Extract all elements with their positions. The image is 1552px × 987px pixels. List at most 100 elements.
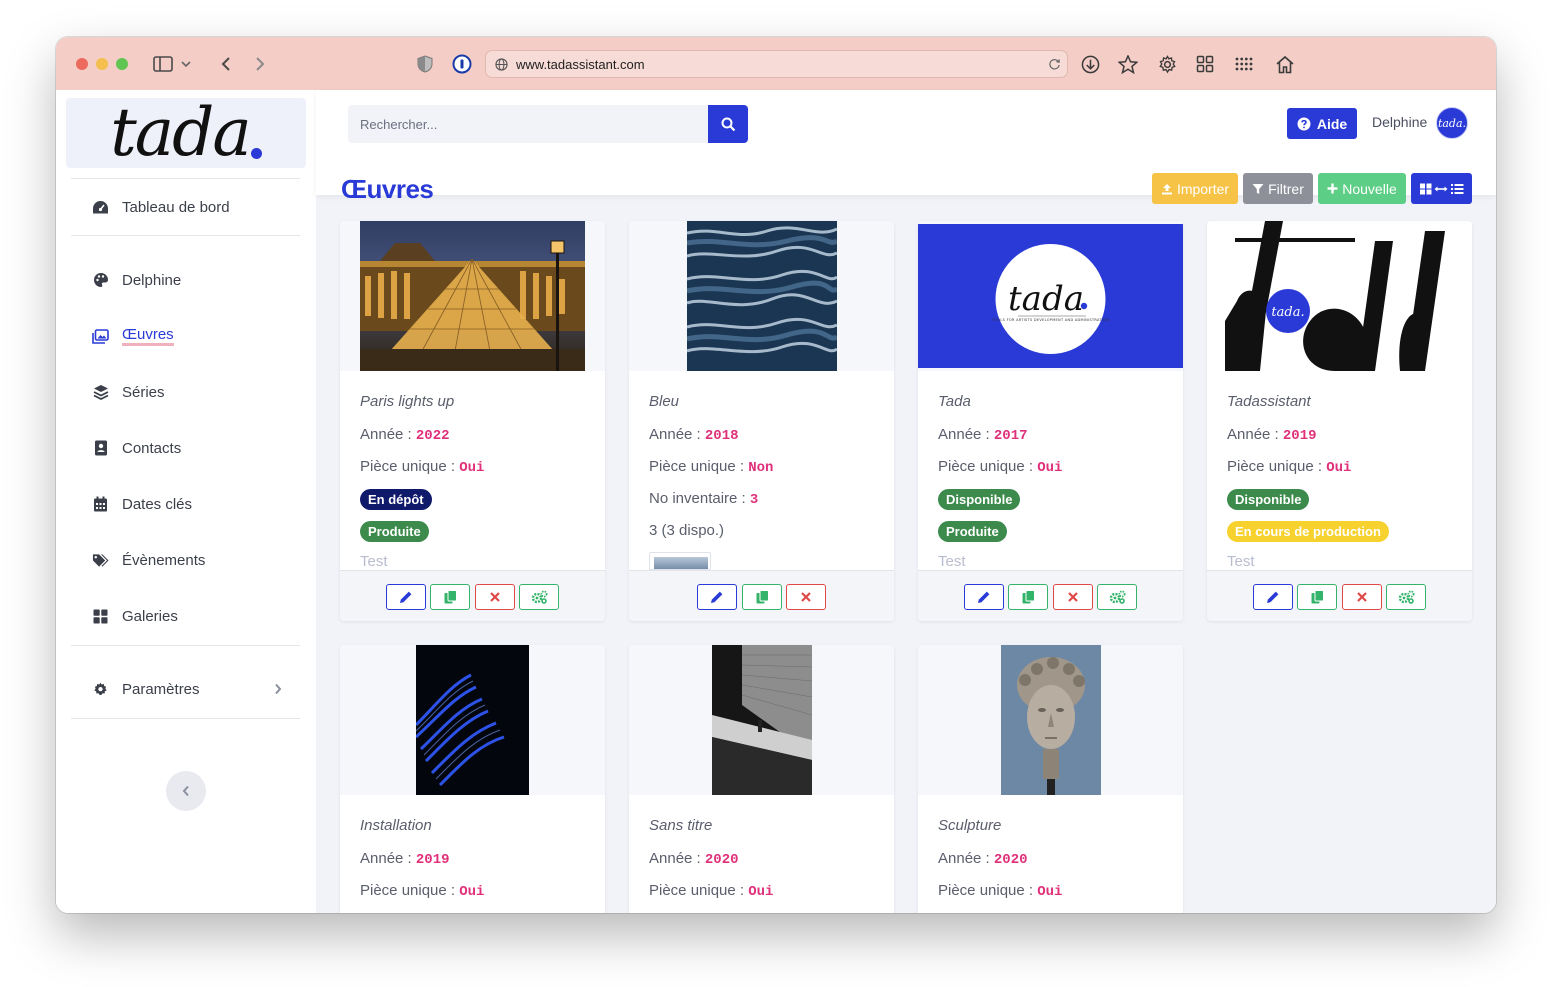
sidebar-item-contacts[interactable]: Contacts: [92, 436, 181, 460]
user-name[interactable]: Delphine: [1372, 114, 1427, 130]
sidebar: tada Tableau de bord Delphine Œuvres Sér…: [56, 90, 316, 913]
cogs-icon: [531, 590, 548, 604]
artwork-title[interactable]: Bleu: [649, 393, 679, 410]
logo[interactable]: tada: [66, 98, 306, 168]
forward-icon[interactable]: [247, 51, 273, 77]
artwork-card[interactable]: Installation Année : 2019 Pièce unique :…: [340, 645, 605, 913]
artwork-title[interactable]: Sculpture: [938, 817, 1001, 834]
duplicate-button[interactable]: [1297, 584, 1337, 610]
settings-button[interactable]: [1386, 584, 1426, 610]
artwork-title[interactable]: Paris lights up: [360, 393, 454, 410]
url-text[interactable]: www.tadassistant.com: [516, 57, 645, 72]
maximize-window-button[interactable]: [116, 58, 128, 70]
edition-thumbnail[interactable]: [649, 552, 711, 570]
reload-icon[interactable]: [1048, 57, 1061, 71]
sidebar-item-evenements[interactable]: Évènements: [92, 548, 205, 572]
artwork-card[interactable]: Sans titre Année : 2020 Pièce unique : O…: [629, 645, 894, 913]
status-badge: Produite: [938, 521, 1007, 542]
unique-piece-row: Pièce unique : Oui: [360, 458, 484, 476]
delete-button[interactable]: [786, 584, 826, 610]
close-icon: [489, 591, 501, 603]
help-button[interactable]: Aide: [1287, 108, 1357, 139]
search-input[interactable]: [348, 105, 708, 143]
unique-piece-label: Pièce unique :: [360, 882, 460, 899]
home-icon[interactable]: [1272, 51, 1298, 77]
address-book-icon: [92, 440, 109, 457]
year-value: 2019: [415, 852, 450, 868]
edit-button[interactable]: [697, 584, 737, 610]
duplicate-button[interactable]: [1008, 584, 1048, 610]
delete-button[interactable]: [1053, 584, 1093, 610]
year-value: 2019: [1282, 428, 1317, 444]
delete-button[interactable]: [475, 584, 515, 610]
sidebar-item-delphine[interactable]: Delphine: [92, 268, 181, 292]
sidebar-item-label: Delphine: [122, 271, 182, 289]
settings-button[interactable]: [1097, 584, 1137, 610]
artwork-card[interactable]: Sculpture Année : 2020 Pièce unique : Ou…: [918, 645, 1183, 913]
close-icon: [800, 591, 812, 603]
sidebar-item-tableau-de-bord[interactable]: Tableau de bord: [92, 195, 230, 219]
year-value: 2018: [704, 428, 739, 444]
settings-button[interactable]: [519, 584, 559, 610]
artwork-image[interactable]: tada.: [1224, 221, 1455, 371]
view-toggle-button[interactable]: [1411, 173, 1472, 204]
year-row: Année : 2019: [1227, 426, 1317, 444]
collapse-sidebar-button[interactable]: [166, 771, 206, 811]
year-label: Année :: [649, 850, 705, 867]
artwork-image[interactable]: [360, 221, 585, 371]
artwork-title[interactable]: Sans titre: [649, 817, 712, 834]
unique-piece-label: Pièce unique :: [360, 458, 460, 475]
upload-icon: [1161, 183, 1173, 195]
sidebar-item-series[interactable]: Séries: [92, 380, 165, 404]
artwork-card[interactable]: tada TOOLS FOR ARTISTS DEVELOPMENT AND A…: [918, 221, 1183, 621]
artwork-card[interactable]: Paris lights up Année : 2022 Pièce uniqu…: [340, 221, 605, 621]
year-row: Année : 2017: [938, 426, 1028, 444]
unique-piece-label: Pièce unique :: [1227, 458, 1327, 475]
artwork-title[interactable]: Installation: [360, 817, 432, 834]
chevron-down-icon[interactable]: [178, 51, 194, 77]
address-bar[interactable]: www.tadassistant.com: [485, 50, 1068, 78]
unique-piece-label: Pièce unique :: [938, 458, 1038, 475]
filter-button[interactable]: Filtrer: [1243, 173, 1313, 204]
artwork-image[interactable]: [686, 221, 837, 371]
artwork-card[interactable]: tada. Tadassistant Année : 2019 Pièce un…: [1207, 221, 1472, 621]
edit-button[interactable]: [1253, 584, 1293, 610]
sidebar-item-label: Œuvres: [122, 326, 174, 346]
apps-grid-icon[interactable]: [1231, 51, 1257, 77]
settings-gear-icon[interactable]: [1154, 51, 1180, 77]
sidebar-item-parametres[interactable]: Paramètres: [92, 677, 282, 701]
import-button[interactable]: Importer: [1152, 173, 1238, 204]
artwork-thumbnail-frame: tada.: [1207, 221, 1472, 371]
search-button[interactable]: [708, 105, 748, 143]
back-icon[interactable]: [213, 51, 239, 77]
avatar[interactable]: tada.: [1436, 107, 1468, 139]
artwork-title[interactable]: Tada: [938, 393, 971, 410]
status-badge: En cours de production: [1227, 521, 1389, 542]
sidebar-toggle-icon[interactable]: [150, 51, 176, 77]
artwork-image[interactable]: [416, 645, 529, 795]
svg-text:tada: tada: [1008, 279, 1084, 319]
edit-button[interactable]: [386, 584, 426, 610]
artwork-image[interactable]: [711, 645, 812, 795]
duplicate-button[interactable]: [742, 584, 782, 610]
tabs-overview-icon[interactable]: [1192, 51, 1218, 77]
artwork-card[interactable]: Bleu Année : 2018 Pièce unique : Non No …: [629, 221, 894, 621]
year-label: Année :: [360, 850, 416, 867]
sidebar-item-oeuvres[interactable]: Œuvres: [92, 324, 174, 348]
bookmark-star-icon[interactable]: [1115, 51, 1141, 77]
artwork-image[interactable]: tada TOOLS FOR ARTISTS DEVELOPMENT AND A…: [918, 224, 1183, 368]
minimize-window-button[interactable]: [96, 58, 108, 70]
artwork-title[interactable]: Tadassistant: [1227, 393, 1311, 410]
edit-button[interactable]: [964, 584, 1004, 610]
delete-button[interactable]: [1342, 584, 1382, 610]
download-icon[interactable]: [1077, 51, 1103, 77]
sidebar-item-galeries[interactable]: Galeries: [92, 604, 178, 628]
artwork-image[interactable]: [1000, 645, 1101, 795]
new-button[interactable]: Nouvelle: [1318, 173, 1406, 204]
artwork-note: Test: [360, 553, 388, 570]
password-manager-icon[interactable]: [449, 51, 475, 77]
shield-icon[interactable]: [412, 51, 438, 77]
sidebar-item-dates-cles[interactable]: Dates clés: [92, 492, 192, 516]
duplicate-button[interactable]: [430, 584, 470, 610]
close-window-button[interactable]: [76, 58, 88, 70]
